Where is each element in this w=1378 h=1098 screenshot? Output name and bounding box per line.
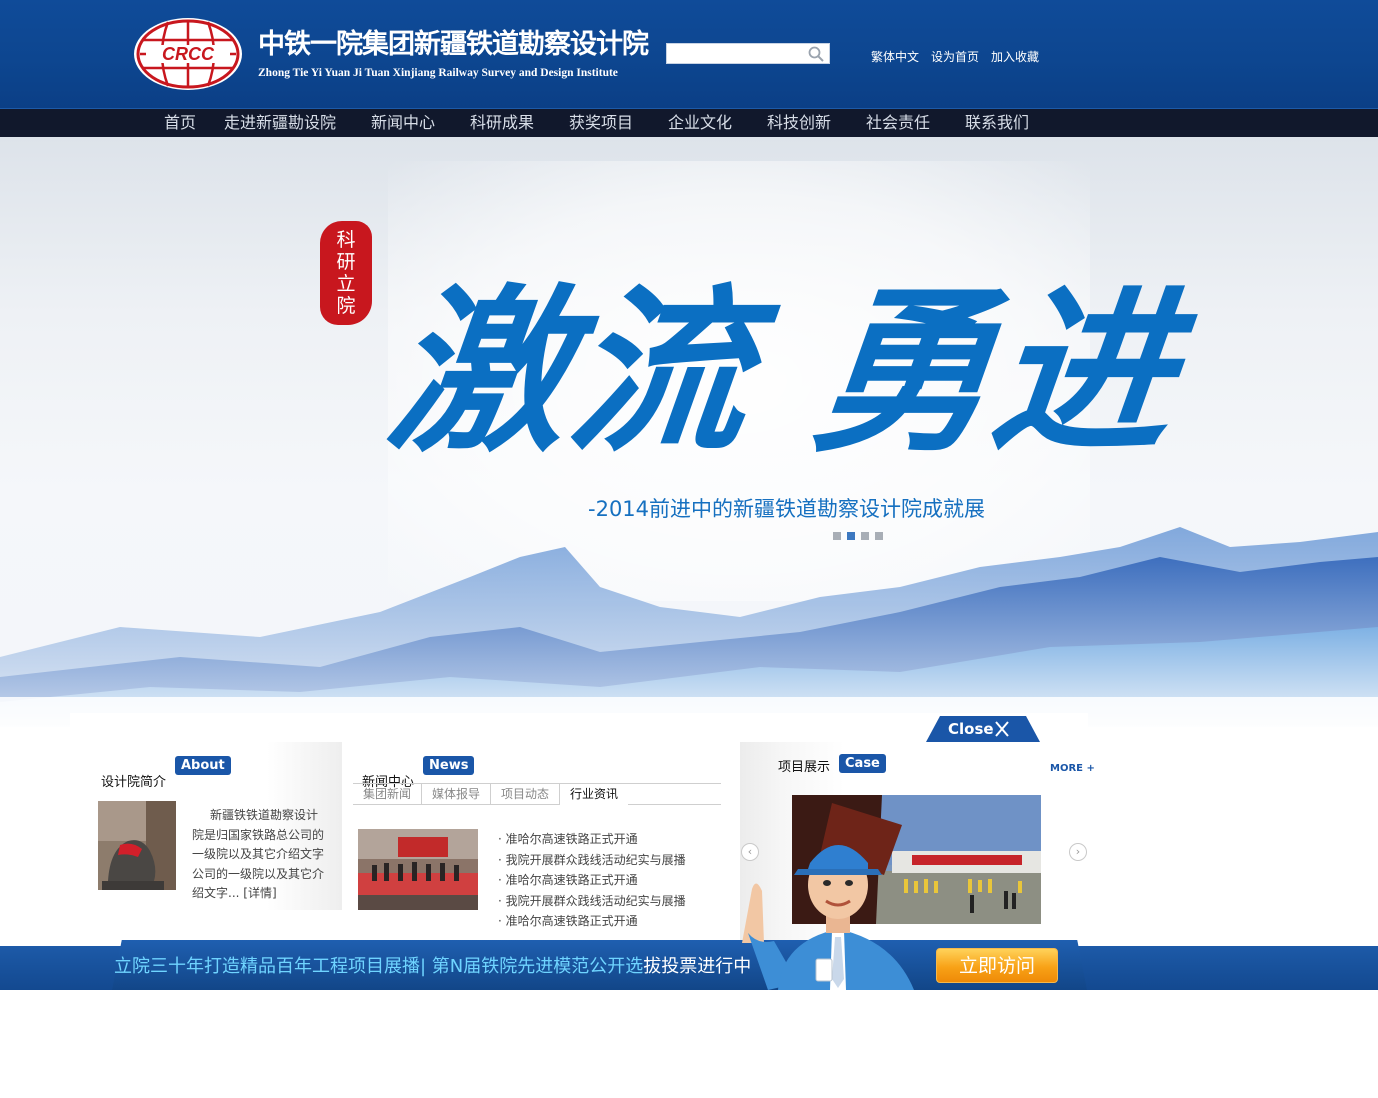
news-list: · 准哈尔高速铁路正式开通 · 我院开展群众践线活动纪实与展播 · 准哈尔高速铁… [498, 829, 728, 932]
ceremony-image [358, 829, 478, 910]
logo-text: CRCC [162, 44, 215, 64]
news-badge: News [423, 756, 475, 775]
search-input[interactable] [667, 45, 803, 65]
about-more-link[interactable]: [详情] [243, 886, 276, 900]
case-next-button[interactable]: › [1069, 843, 1087, 861]
visit-now-button[interactable]: 立即访问 [936, 948, 1058, 983]
about-text: 新疆铁铁道勘察设计院是归国家铁路总公司的一级院以及其它介绍文字公司的一级院以及其… [192, 806, 328, 904]
case-more-link[interactable]: MORE + [1050, 763, 1095, 774]
news-photo[interactable] [358, 829, 478, 910]
chevron-right-icon: › [1075, 845, 1081, 858]
nav-item-awards[interactable]: 获奖项目 [555, 109, 654, 137]
news-item[interactable]: · 准哈尔高速铁路正式开通 [498, 870, 728, 891]
close-button[interactable]: Close [948, 720, 994, 738]
bottom-marquee-highlight: 拔投票进行中 [643, 956, 752, 977]
site-title: 中铁一院集团新疆铁道勘察设计院 [258, 29, 649, 60]
nav-item-about[interactable]: 走进新疆勘设院 [210, 109, 357, 137]
nav-item-research[interactable]: 科研成果 [456, 109, 555, 137]
link-set-homepage[interactable]: 设为首页 [931, 48, 979, 65]
mountain-landscape [0, 527, 1378, 727]
top-links: 繁体中文 设为首页 加入收藏 [871, 48, 1039, 65]
about-photo[interactable] [98, 801, 176, 890]
nav-item-home[interactable]: 首页 [150, 109, 210, 137]
tab-industry-news[interactable]: 行业资讯 [560, 784, 629, 805]
seal-stamp: 科研立院 [320, 221, 372, 325]
nav-item-culture[interactable]: 企业文化 [654, 109, 753, 137]
site-subtitle: Zhong Tie Yi Yuan Ji Tuan Xinjiang Railw… [258, 67, 618, 79]
news-item[interactable]: · 准哈尔高速铁路正式开通 [498, 911, 728, 932]
news-item[interactable]: · 我院开展群众践线活动纪实与展播 [498, 850, 728, 871]
case-title: 项目展示 [778, 760, 831, 775]
nav-item-news[interactable]: 新闻中心 [357, 109, 456, 137]
news-item[interactable]: · 准哈尔高速铁路正式开通 [498, 829, 728, 850]
bottom-marquee-text: 立院三十年打造精品百年工程项目展播| 第N届铁院先进模范公开选 [114, 956, 644, 977]
about-title: 设计院简介 [101, 775, 167, 790]
link-add-favorite[interactable]: 加入收藏 [991, 48, 1039, 65]
search-icon[interactable] [807, 45, 825, 63]
search-box [666, 43, 830, 65]
main-nav: 首页 走进新疆勘设院 新闻中心 科研成果 获奖项目 企业文化 科技创新 社会责任… [0, 108, 1378, 137]
news-item[interactable]: · 我院开展群众践线活动纪实与展播 [498, 891, 728, 912]
nav-item-responsibility[interactable]: 社会责任 [852, 109, 951, 137]
tab-project-updates[interactable]: 项目动态 [491, 784, 561, 805]
news-tabs: 集团新闻 媒体报导 项目动态 行业资讯 [353, 783, 721, 805]
nav-item-innovation[interactable]: 科技创新 [753, 109, 852, 137]
tab-media-reports[interactable]: 媒体报导 [422, 784, 492, 805]
bottom-marquee[interactable]: 立院三十年打造精品百年工程项目展播| 第N届铁院先进模范公开选拔投票进行中 [114, 952, 751, 978]
mascot-illustration [742, 845, 914, 990]
lion-statue-image [98, 801, 176, 890]
tab-group-news[interactable]: 集团新闻 [353, 784, 423, 805]
crcc-logo-icon[interactable]: CRCC [132, 16, 244, 92]
case-badge: Case [839, 754, 886, 773]
nav-item-contact[interactable]: 联系我们 [951, 109, 1050, 137]
seal-text: 科研立院 [336, 229, 356, 317]
about-badge: About [175, 756, 231, 775]
banner-slogan: 激流 勇进 [379, 267, 1186, 476]
link-traditional-chinese[interactable]: 繁体中文 [871, 48, 919, 65]
site-header: CRCC 中铁一院集团新疆铁道勘察设计院 Zhong Tie Yi Yuan J… [0, 0, 1378, 108]
hero-banner[interactable]: 科研立院 激流 勇进 -2014前进中的新疆铁道勘察设计院成就展 [0, 137, 1378, 727]
